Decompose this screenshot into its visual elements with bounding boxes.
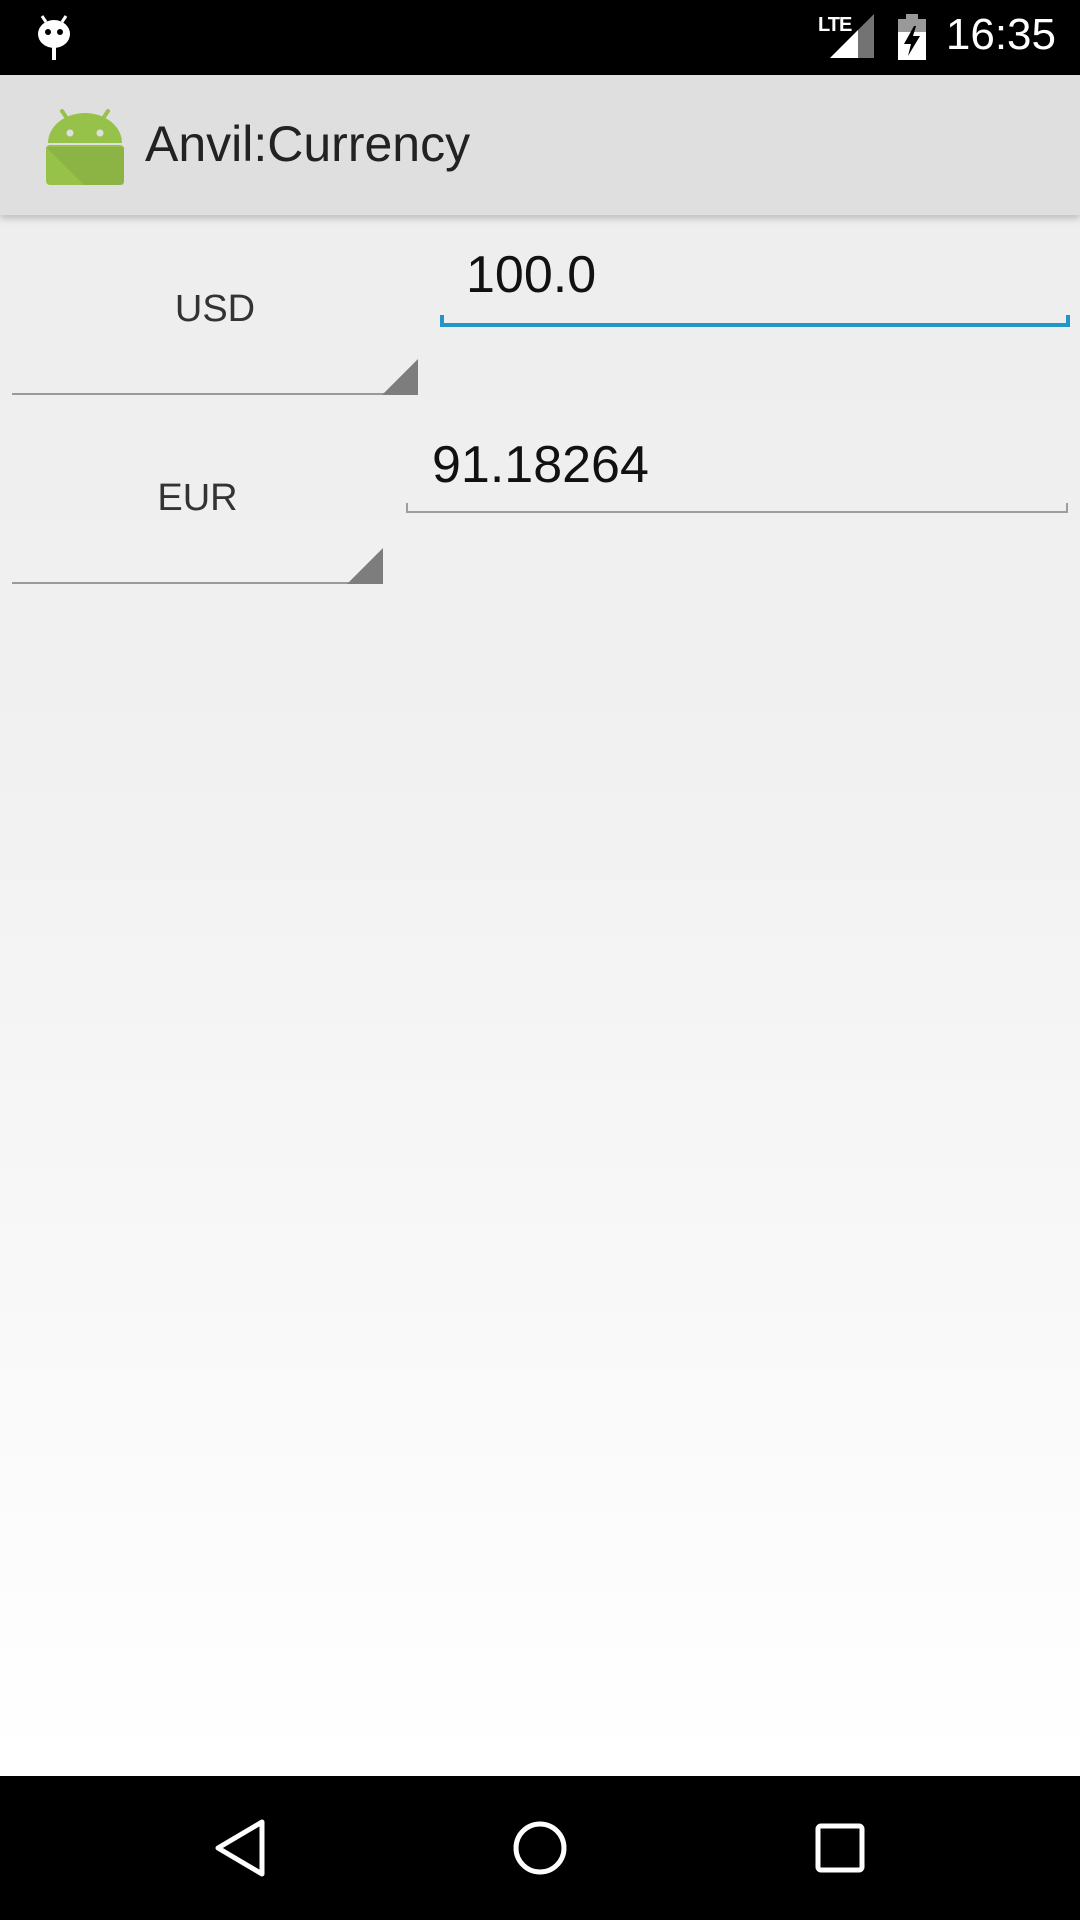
currency-spinner-from[interactable]: USD [12,288,418,395]
amount-input-from[interactable]: 100.0 [440,245,1070,327]
amount-input-to[interactable]: 91.18264 [406,435,1068,513]
currency-spinner-to[interactable]: EUR [12,477,383,584]
battery-charging-icon [898,14,926,60]
home-button[interactable] [480,1776,600,1920]
spinner-underline [12,393,418,395]
status-bar: LTE 16:35 [0,0,1080,75]
android-robot-icon [46,109,124,185]
navigation-bar [0,1776,1080,1920]
input-corner-right [1066,315,1070,327]
input-corner-right [1066,503,1068,513]
action-bar: Anvil:Currency [0,75,1080,215]
back-button[interactable] [180,1776,300,1920]
currency-code: USD [174,288,256,330]
home-icon [513,1821,567,1875]
dropdown-triangle-icon [347,548,383,584]
clock: 16:35 [945,10,1056,59]
input-underline [440,323,1070,327]
dropdown-triangle-icon [382,359,418,395]
currency-code: EUR [157,477,238,519]
input-underline [406,511,1068,513]
signal-icon: LTE [818,14,874,58]
amount-value: 100.0 [466,246,597,304]
recents-icon [815,1823,865,1873]
spinner-underline [12,582,383,584]
amount-value: 91.18264 [432,436,649,494]
input-corner-left [406,503,408,513]
android-debug-icon [38,15,70,60]
app-title: Anvil:Currency [145,116,471,172]
input-corner-left [440,315,444,327]
back-icon [215,1819,265,1877]
recents-button[interactable] [780,1776,900,1920]
